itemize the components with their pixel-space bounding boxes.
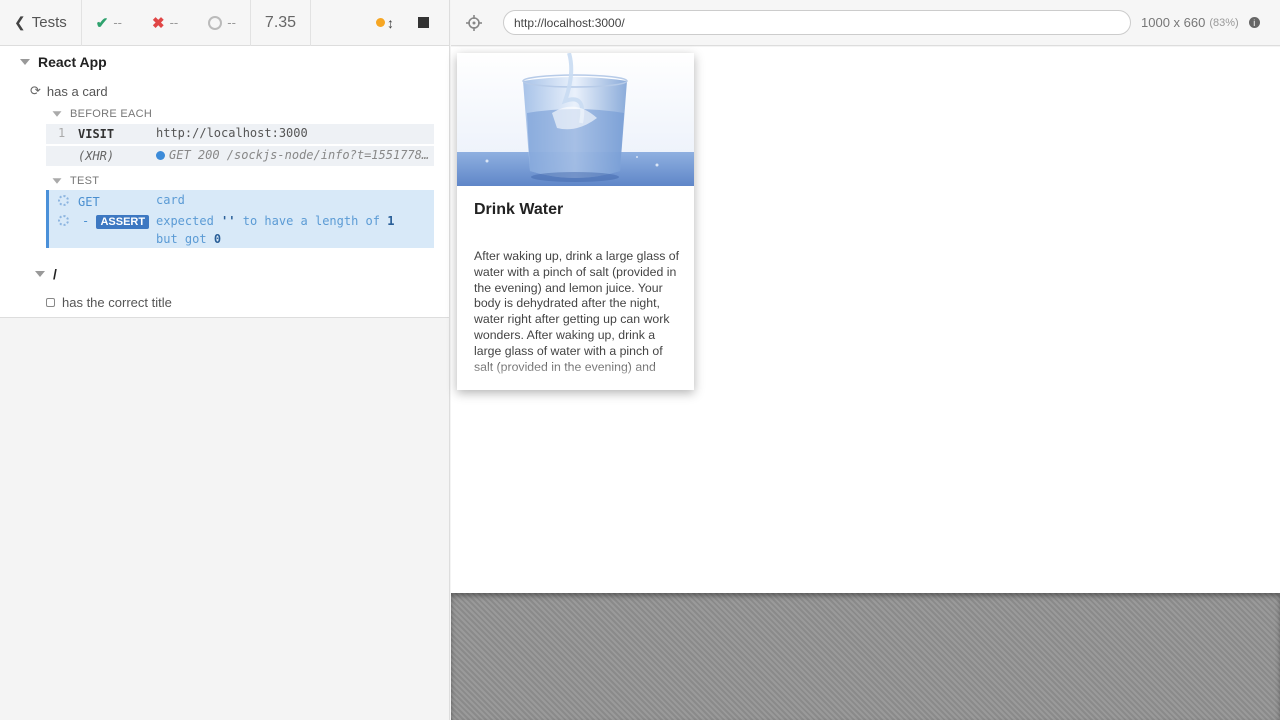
passed-stat: ✔ --: [96, 14, 122, 32]
reporter-controls: ↕: [311, 0, 449, 46]
caret-down-icon: [35, 271, 45, 277]
caret-down-icon: [52, 111, 62, 117]
duration-value: 7.35: [264, 13, 297, 31]
hook-title: TEST: [70, 175, 100, 187]
tests-button[interactable]: ❮ Tests: [0, 0, 82, 46]
test-has-a-card[interactable]: ⟳ has a card: [30, 83, 108, 99]
duration: 7.35: [251, 0, 312, 46]
stats: ✔ -- ✖ -- --: [82, 0, 251, 46]
url-bar[interactable]: http://localhost:3000/: [503, 10, 1131, 35]
reporter-panel: ❮ Tests ✔ -- ✖ -- -- 7.35 ↕ React App ⟳ …: [0, 0, 450, 720]
running-indicator-icon: [376, 18, 385, 27]
info-icon: i: [1248, 17, 1260, 28]
test-title: has a card: [46, 83, 108, 99]
caret-down-icon: [52, 178, 62, 184]
refresh-icon: ⟳: [30, 83, 41, 98]
assert-message-line2: but got 0: [156, 232, 222, 246]
arrows-up-down-icon: ↕: [387, 14, 394, 31]
suite-root[interactable]: /: [35, 266, 57, 282]
reporter-header: ❮ Tests ✔ -- ✖ -- -- 7.35 ↕: [0, 0, 449, 46]
suite-title: /: [53, 266, 57, 282]
chevron-left-icon: ❮: [14, 14, 26, 30]
tests-label: Tests: [31, 14, 67, 31]
active-commands: GET card - ASSERT expected '' to have a …: [46, 190, 434, 248]
card: Drink Water After waking up, drink a lar…: [457, 53, 694, 390]
suite-title: React App: [38, 54, 107, 70]
viewport-info[interactable]: 1000 x 660 (83%) i: [1141, 15, 1260, 30]
xhr-status-dot-icon: [156, 151, 165, 160]
pending-count: --: [227, 15, 236, 30]
checkbox-icon: [46, 298, 55, 307]
glass-of-water-image: [457, 53, 694, 186]
x-icon: ✖: [152, 14, 165, 32]
stop-button[interactable]: [418, 17, 429, 28]
circle-icon: [208, 15, 223, 30]
hook-before-each[interactable]: BEFORE EACH: [52, 108, 152, 120]
url-text: http://localhost:3000/: [514, 15, 625, 30]
failed-stat: ✖ --: [152, 14, 178, 32]
aut-empty-area: [451, 593, 1280, 720]
aut-iframe: Drink Water After waking up, drink a lar…: [451, 47, 1280, 593]
pending-stat: --: [208, 15, 236, 30]
aut-header: http://localhost:3000/ 1000 x 660 (83%) …: [451, 0, 1280, 46]
command-message: card: [156, 193, 185, 207]
command-message: GET 200 /sockjs-node/info?t=1551778...: [156, 148, 431, 162]
test-title: has the correct title: [62, 295, 172, 310]
command-name: VISIT: [78, 127, 115, 141]
runnable-list: React App ⟳ has a card BEFORE EACH 1 VIS…: [0, 46, 449, 318]
hook-title: BEFORE EACH: [70, 108, 153, 120]
selector-playground-button[interactable]: [451, 0, 497, 46]
hook-test[interactable]: TEST: [52, 175, 99, 187]
caret-down-icon: [20, 59, 30, 65]
viewport-scale: (83%): [1209, 16, 1239, 29]
assert-badge: ASSERT: [96, 215, 150, 229]
card-title: Drink Water: [474, 201, 564, 218]
assert-message-line1: expected '' to have a length of 1: [156, 214, 395, 228]
passed-count: --: [113, 15, 122, 30]
command-message: http://localhost:3000: [156, 126, 308, 140]
check-icon: ✔: [95, 14, 109, 32]
test-has-the-correct-title[interactable]: has the correct title: [46, 295, 172, 310]
command-xhr[interactable]: (XHR) GET 200 /sockjs-node/info?t=155177…: [46, 146, 434, 166]
command-visit[interactable]: 1 VISIT http://localhost:3000: [46, 124, 434, 144]
spinner-icon: [58, 215, 69, 226]
crosshair-icon: [466, 14, 482, 31]
viewport-size: 1000 x 660: [1141, 15, 1206, 30]
suite-react-app[interactable]: React App: [20, 54, 107, 70]
card-fade: [457, 358, 694, 390]
command-assert[interactable]: - ASSERT: [82, 214, 150, 229]
command-get[interactable]: GET: [78, 195, 100, 209]
failed-count: --: [169, 15, 179, 30]
command-number: 1: [58, 126, 66, 140]
command-name: (XHR): [78, 149, 115, 163]
card-text: After waking up, drink a large glass of …: [474, 249, 680, 374]
auto-scroll-toggle[interactable]: ↕: [376, 15, 394, 31]
spinner-icon: [58, 195, 69, 206]
card-image: [457, 53, 694, 186]
